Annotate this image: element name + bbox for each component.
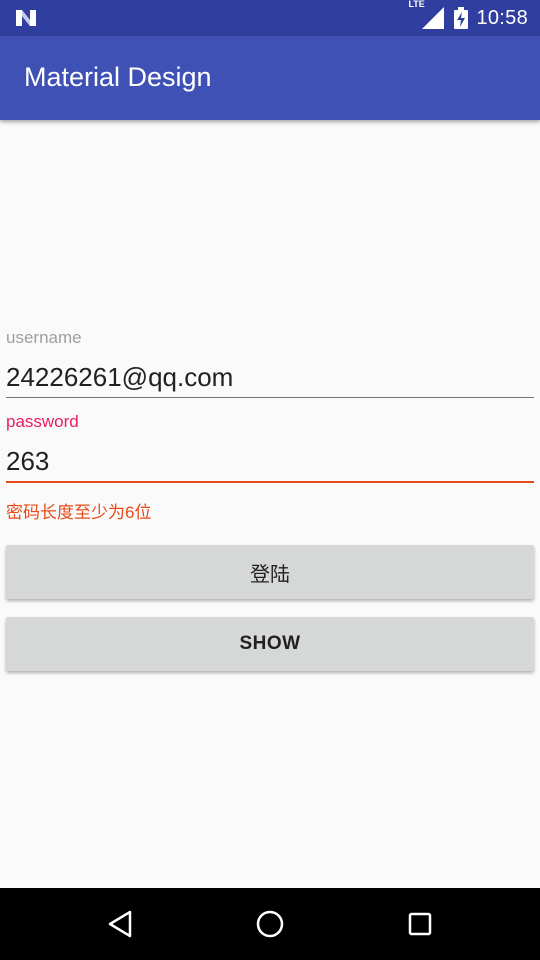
password-field[interactable]: 263: [6, 446, 534, 477]
show-button[interactable]: SHOW: [6, 617, 534, 671]
app-bar: Material Design: [0, 36, 540, 120]
password-error-text: 密码长度至少为6位: [6, 503, 152, 522]
battery-charging-icon: [454, 7, 469, 29]
login-button[interactable]: 登陆: [6, 545, 534, 599]
password-underline: [6, 481, 534, 483]
username-field[interactable]: 24226261@qq.com: [6, 362, 534, 393]
status-time: 10:58: [476, 6, 528, 29]
navigation-bar: [0, 888, 540, 960]
n-logo-icon: [16, 10, 36, 26]
app-title: Material Design: [24, 62, 212, 92]
recents-icon[interactable]: [402, 906, 438, 942]
username-label: username: [6, 328, 82, 347]
status-icons: LTE 10:58: [408, 0, 528, 36]
password-label: password: [6, 412, 79, 431]
username-underline: [6, 397, 534, 398]
status-bar: LTE 10:58: [0, 0, 540, 36]
login-form: username 24226261@qq.com password 263 密码…: [0, 120, 540, 888]
signal-icon: [422, 7, 445, 29]
home-icon[interactable]: [252, 906, 288, 942]
network-type-label: LTE: [408, 0, 425, 9]
back-icon[interactable]: [102, 906, 138, 942]
